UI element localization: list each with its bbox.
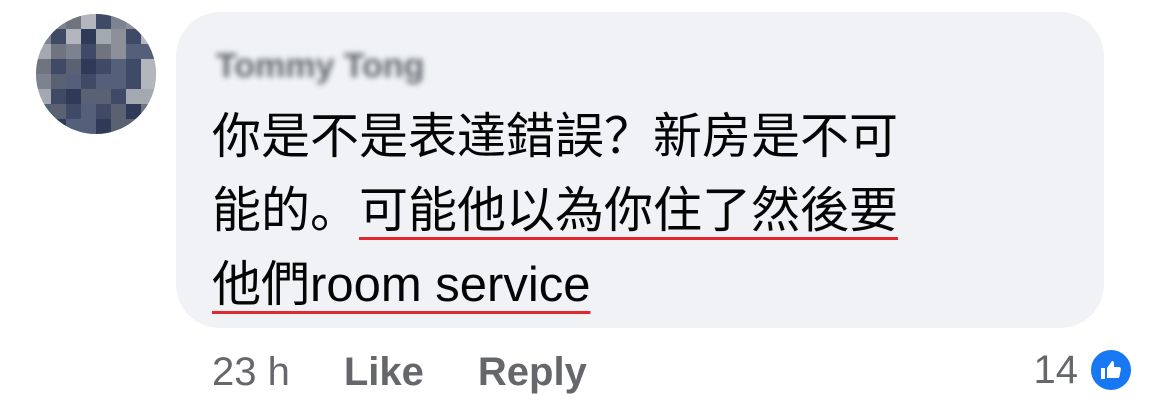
comment-timestamp[interactable]: 23 h <box>212 350 290 395</box>
comment-bubble: Tommy Tong 你是不是表達錯誤？新房是不可 能的。可能他以為你住了然後要… <box>176 12 1104 328</box>
comment-author-name[interactable]: Tommy Tong <box>216 46 424 86</box>
comment-actions: 23 h Like Reply <box>212 346 641 398</box>
reaction-count[interactable]: 14 <box>1034 348 1079 393</box>
reply-button[interactable]: Reply <box>478 350 587 395</box>
underlined-text: 他們room service <box>212 256 591 313</box>
avatar[interactable] <box>36 14 156 134</box>
comment-body: 你是不是表達錯誤？新房是不可 能的。可能他以為你住了然後要 他們room ser… <box>212 100 1082 322</box>
like-button[interactable]: Like <box>344 350 424 395</box>
reaction-summary[interactable]: 14 <box>1034 344 1134 396</box>
underlined-text: 可能他以為你住了然後要 <box>359 182 899 239</box>
comment-line-2: 能的。可能他以為你住了然後要 <box>212 182 899 239</box>
thumbs-up-icon[interactable] <box>1088 347 1134 393</box>
comment-line-3: 他們room service <box>212 248 1082 322</box>
comment-line-1: 你是不是表達錯誤？新房是不可 <box>212 108 899 165</box>
